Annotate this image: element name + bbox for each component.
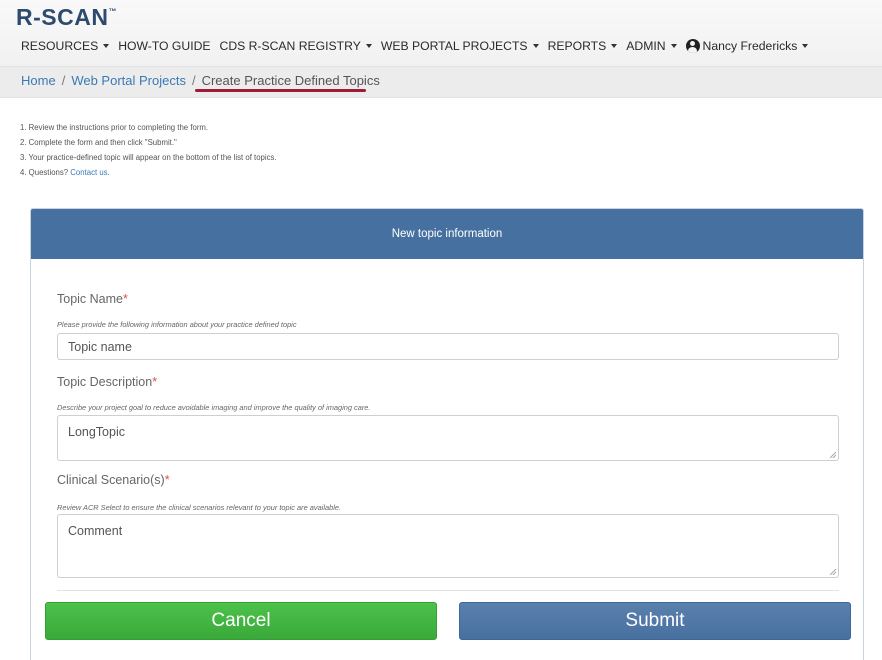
- nav-reports[interactable]: REPORTS: [548, 39, 618, 53]
- clinical-scenarios-textarea[interactable]: Comment: [57, 514, 839, 578]
- user-name: Nancy Fredericks: [702, 39, 798, 53]
- label-text: Topic Name: [57, 292, 123, 306]
- nav-admin[interactable]: ADMIN: [626, 39, 677, 53]
- panel-header: New topic information: [31, 209, 863, 259]
- caret-down-icon: [611, 44, 618, 48]
- breadcrumb-bar: Home / Web Portal Projects / Create Prac…: [0, 66, 882, 98]
- top-navbar: R-SCAN™ RESOURCES HOW-TO GUIDE CDS R-SCA…: [0, 0, 882, 66]
- new-topic-panel: New topic information Topic Name* Please…: [30, 208, 864, 660]
- nav-label: WEB PORTAL PROJECTS: [380, 39, 528, 53]
- main-nav: RESOURCES HOW-TO GUIDE CDS R-SCAN REGIST…: [21, 37, 817, 55]
- breadcrumb-current: Create Practice Defined Topics: [201, 73, 380, 88]
- clinical-scenarios-label: Clinical Scenario(s)*: [57, 473, 170, 487]
- required-mark: *: [164, 473, 170, 487]
- label-text: Clinical Scenario(s): [57, 473, 165, 487]
- breadcrumb-home[interactable]: Home: [21, 73, 56, 88]
- caret-down-icon: [532, 44, 539, 48]
- breadcrumb-separator: /: [191, 73, 196, 88]
- brand-logo[interactable]: R-SCAN™: [16, 4, 117, 31]
- form-divider: [57, 590, 839, 591]
- required-mark: *: [123, 292, 128, 306]
- resize-handle-icon[interactable]: [830, 452, 836, 458]
- breadcrumb-web-portal-projects[interactable]: Web Portal Projects: [71, 73, 186, 88]
- instruction-item: 2. Complete the form and then click "Sub…: [20, 138, 177, 147]
- topic-description-textarea[interactable]: LongTopic: [57, 415, 839, 461]
- resize-handle-icon[interactable]: [830, 569, 836, 575]
- clinical-scenarios-help: Review ACR Select to ensure the clinical…: [57, 503, 341, 512]
- clinical-scenarios-placeholder: Comment: [68, 524, 123, 538]
- user-circle-icon: [685, 39, 700, 53]
- nav-web-portal-projects[interactable]: WEB PORTAL PROJECTS: [381, 39, 539, 53]
- nav-cds-registry[interactable]: CDS R-SCAN REGISTRY: [220, 39, 372, 53]
- caret-down-icon: [670, 44, 677, 48]
- nav-label: HOW-TO GUIDE: [118, 39, 211, 53]
- logo-text: R-SCAN: [16, 4, 109, 30]
- nav-user-menu[interactable]: Nancy Fredericks: [685, 39, 809, 53]
- breadcrumb: Home / Web Portal Projects / Create Prac…: [21, 73, 380, 88]
- caret-down-icon: [802, 44, 809, 48]
- submit-label: Submit: [625, 610, 685, 631]
- cancel-button[interactable]: Cancel: [45, 602, 437, 640]
- topic-name-placeholder: Topic name: [68, 339, 132, 354]
- required-mark: *: [152, 375, 158, 389]
- nav-label: CDS R-SCAN REGISTRY: [219, 39, 361, 53]
- topic-description-help: Describe your project goal to reduce avo…: [57, 403, 371, 412]
- instructions-list: 1. Review the instructions prior to comp…: [20, 120, 277, 180]
- cancel-label: Cancel: [211, 610, 271, 631]
- instruction-item: 3. Your practice-defined topic will appe…: [20, 153, 277, 162]
- breadcrumb-highlight-underline: [195, 89, 366, 92]
- topic-description-label: Topic Description*: [57, 375, 157, 389]
- instruction-item: 1. Review the instructions prior to comp…: [20, 123, 209, 132]
- topic-name-input[interactable]: Topic name: [57, 333, 839, 360]
- caret-down-icon: [365, 44, 372, 48]
- topic-name-label: Topic Name*: [57, 292, 128, 306]
- nav-resources[interactable]: RESOURCES: [21, 39, 110, 53]
- instruction-item: 4. Questions? Contact us.: [20, 165, 277, 180]
- instruction-text: 4. Questions?: [20, 168, 71, 177]
- nav-label: REPORTS: [547, 39, 607, 53]
- topic-description-value: LongTopic: [68, 425, 125, 439]
- contact-us-link[interactable]: Contact us.: [70, 168, 109, 177]
- nav-label: RESOURCES: [21, 39, 99, 53]
- logo-trademark: ™: [108, 7, 117, 16]
- label-text: Topic Description: [57, 375, 153, 389]
- panel-title: New topic information: [391, 228, 503, 240]
- topic-name-help: Please provide the following information…: [57, 320, 297, 329]
- caret-down-icon: [103, 44, 110, 48]
- nav-how-to-guide[interactable]: HOW-TO GUIDE: [118, 39, 210, 53]
- breadcrumb-separator: /: [61, 73, 66, 88]
- nav-label: ADMIN: [626, 39, 666, 53]
- submit-button[interactable]: Submit: [459, 602, 851, 640]
